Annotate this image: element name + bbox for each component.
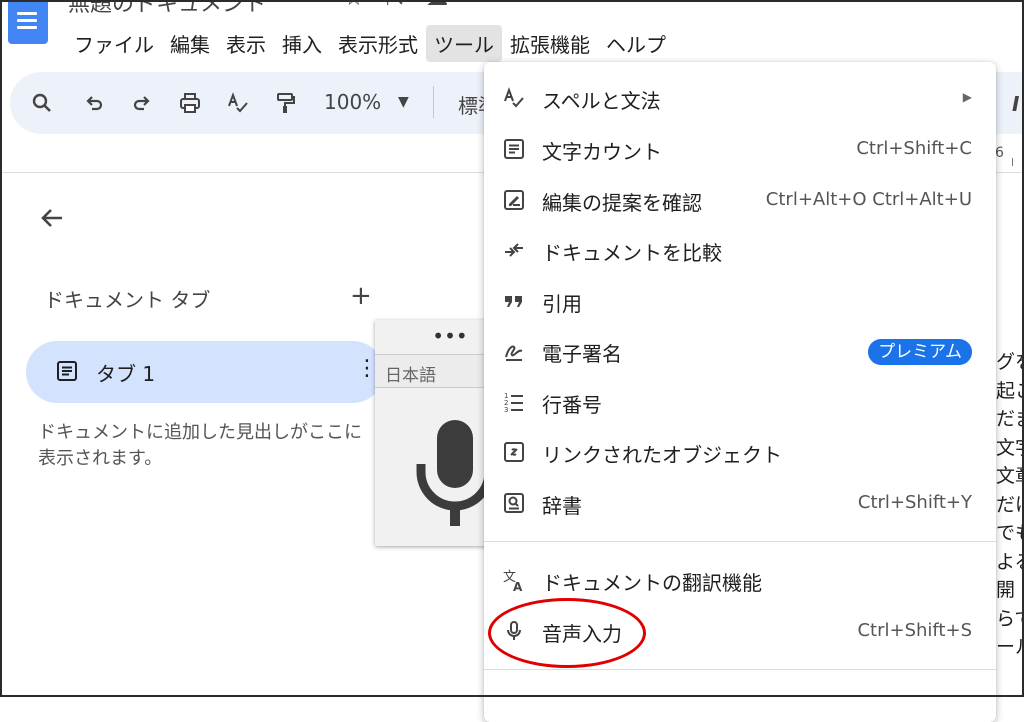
search-icon[interactable] [30, 90, 54, 116]
signature-icon [502, 339, 526, 363]
document-tabs-title: ドキュメント タブ [44, 288, 211, 312]
menu-item-citations[interactable]: 引用 [484, 277, 996, 325]
menu-item-shortcut: Ctrl+Shift+C [856, 138, 972, 159]
print-icon[interactable] [178, 90, 202, 116]
docs-logo-icon[interactable] [8, 0, 48, 44]
doc-line: 文章 [996, 465, 1024, 487]
menu-item-word-count[interactable]: 文字カウント Ctrl+Shift+C [484, 125, 996, 173]
svg-text:A: A [513, 580, 523, 592]
menu-item-dictionary[interactable]: 辞書 Ctrl+Shift+Y [484, 479, 996, 527]
menu-item-label: ドキュメントの翻訳機能 [542, 571, 762, 595]
menu-file[interactable]: ファイル [66, 25, 162, 62]
menu-item-shortcut: Ctrl+Shift+Y [857, 492, 972, 513]
zoom-select[interactable]: 100% [324, 90, 381, 114]
linked-objects-icon [502, 440, 526, 464]
paint-format-icon[interactable] [274, 90, 298, 116]
doc-line: だま [996, 408, 1024, 430]
doc-line: 文字 [996, 436, 1024, 459]
menu-bar: ファイル 編集 表示 挿入 表示形式 ツール 拡張機能 ヘルプ [66, 24, 674, 62]
voice-typing-panel: ••• 日本語 [375, 320, 495, 546]
menu-item-label: 電子署名 [542, 342, 622, 366]
redo-icon[interactable] [130, 90, 154, 116]
submenu-arrow-icon: ▶ [962, 90, 972, 104]
menu-item-label: リンクされたオブジェクト [542, 443, 782, 467]
menu-item-label: 引用 [542, 292, 582, 316]
menu-item-review-edits[interactable]: 編集の提案を確認 Ctrl+Alt+O Ctrl+Alt+U [484, 176, 996, 224]
document-body-text[interactable]: グを 起こ だま 文字 文章 だけ でも よる 開 らで ール [996, 348, 1024, 662]
back-arrow-icon[interactable] [36, 202, 68, 234]
ruler-tick [1012, 158, 1013, 166]
line-numbers-icon: 123 [502, 390, 526, 414]
menu-item-label: 辞書 [542, 494, 582, 518]
menu-format[interactable]: 表示形式 [330, 25, 426, 62]
menu-item-line-numbers[interactable]: 123 行番号 [484, 378, 996, 426]
menu-item-spelling-grammar[interactable]: スペルと文法 ▶ [484, 74, 996, 122]
annotation-highlight-circle [488, 598, 646, 668]
menu-extensions[interactable]: 拡張機能 [502, 25, 598, 62]
cloud-saved-icon[interactable]: ☁ [426, 0, 470, 11]
microphone-icon[interactable] [415, 416, 495, 526]
svg-text:3: 3 [504, 406, 508, 414]
translate-icon: 文A [502, 568, 526, 594]
menu-insert[interactable]: 挿入 [274, 25, 330, 62]
menu-item-shortcut: Ctrl+Alt+O Ctrl+Alt+U [765, 189, 972, 210]
menu-item-linked-objects[interactable]: リンクされたオブジェクト [484, 428, 996, 476]
doc-line: グを [996, 351, 1024, 373]
menu-item-label: 文字カウント [542, 140, 662, 164]
menu-item-translate-document[interactable]: 文A ドキュメントの翻訳機能 [484, 556, 996, 604]
voice-language-select[interactable]: 日本語 [375, 354, 495, 388]
undo-icon[interactable] [82, 90, 106, 116]
tab-label: タブ 1 [96, 362, 156, 386]
document-title[interactable]: 無題のドキュメント [68, 0, 266, 18]
doc-line: ール [996, 636, 1024, 658]
menu-tools[interactable]: ツール [426, 24, 502, 62]
doc-line: よる [996, 550, 1024, 573]
menu-item-label: 編集の提案を確認 [542, 191, 702, 215]
document-icon [56, 360, 78, 382]
menu-item-label: ドキュメントを比較 [542, 241, 722, 265]
menu-divider [484, 669, 996, 670]
doc-line: だけ [996, 493, 1024, 516]
menu-edit[interactable]: 編集 [162, 25, 218, 62]
toolbar-divider [433, 86, 434, 118]
voice-language-label: 日本語 [385, 366, 436, 386]
quote-icon [502, 289, 526, 313]
chevron-down-icon[interactable]: ▼ [398, 94, 409, 110]
tabs-hint-text: ドキュメントに追加した見出しがここに表示されます。 [38, 422, 362, 469]
review-edits-icon [502, 188, 526, 212]
menu-divider [484, 541, 996, 542]
menu-item-esignature[interactable]: 電子署名 プレミアム [484, 327, 996, 375]
spellcheck-toolbar-icon[interactable] [226, 90, 250, 116]
star-icon[interactable]: ☆ [344, 0, 386, 11]
spellcheck-icon [502, 86, 526, 110]
dictionary-icon [502, 491, 526, 515]
doc-line: 開 [996, 579, 1016, 601]
add-tab-button[interactable]: + [350, 283, 372, 309]
word-count-icon [502, 137, 526, 161]
menu-item-label: 行番号 [542, 393, 602, 417]
italic-icon[interactable]: I [1012, 92, 1019, 116]
doc-line: らで [996, 607, 1024, 630]
premium-badge: プレミアム [868, 339, 972, 365]
menu-help[interactable]: ヘルプ [598, 25, 674, 62]
ruler-label: 6 [995, 145, 1004, 161]
compare-icon [502, 238, 526, 262]
move-to-folder-icon[interactable]: ⇱ [386, 0, 426, 11]
menu-item-shortcut: Ctrl+Shift+S [857, 620, 972, 641]
menu-item-label: スペルと文法 [542, 89, 661, 113]
doc-line: でも [996, 522, 1024, 544]
menu-view[interactable]: 表示 [218, 25, 274, 62]
doc-line: 起こ [996, 379, 1024, 402]
menu-item-compare-documents[interactable]: ドキュメントを比較 [484, 226, 996, 274]
title-action-icons[interactable]: ☆⇱☁ [344, 0, 470, 11]
tab-item-selected[interactable] [26, 341, 384, 403]
